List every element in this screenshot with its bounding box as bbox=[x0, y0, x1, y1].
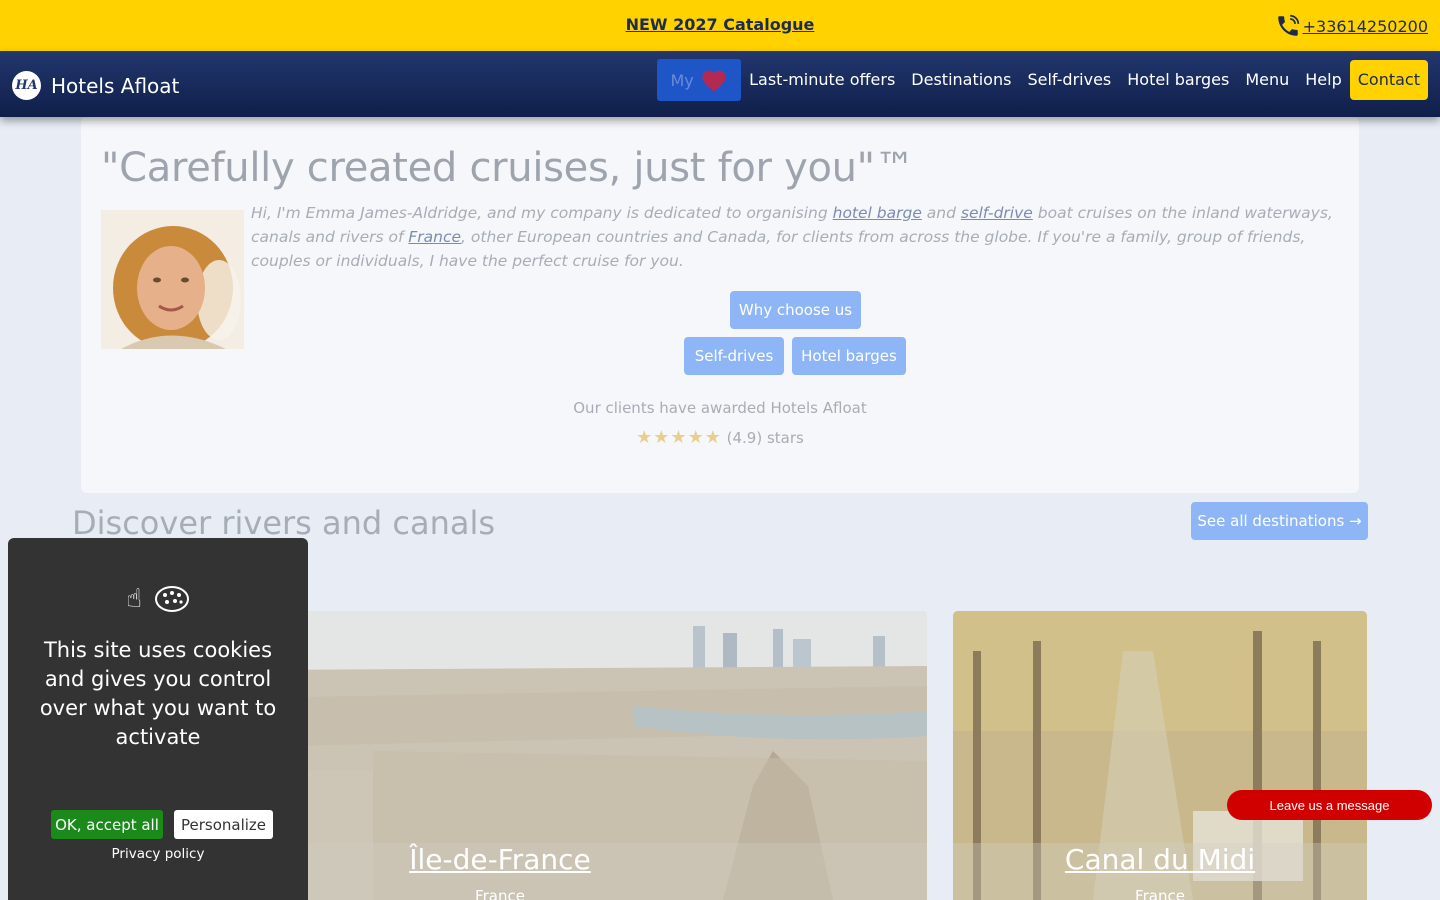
rating: ★★★★★ (4.9) stars bbox=[81, 427, 1359, 448]
cookie-icon bbox=[154, 586, 189, 612]
cookie-icons: ☝ bbox=[8, 584, 308, 614]
portrait-image bbox=[101, 210, 244, 349]
hotels-afloat-logo-icon: HA bbox=[12, 71, 41, 100]
self-drives-button[interactable]: Self-drives bbox=[684, 337, 784, 375]
top-bar: NEW 2027 Catalogue +33614250200 bbox=[0, 0, 1440, 51]
my-label: My bbox=[670, 70, 694, 90]
see-all-destinations-button[interactable]: See all destinations → bbox=[1191, 502, 1368, 540]
why-choose-us-button[interactable]: Why choose us bbox=[730, 291, 861, 329]
hotel-barge-link[interactable]: hotel barge bbox=[833, 204, 922, 222]
nav-last-minute-offers[interactable]: Last-minute offers bbox=[741, 59, 903, 101]
catalogue-link[interactable]: NEW 2027 Catalogue bbox=[0, 15, 1440, 34]
pointing-hand-icon: ☝ bbox=[126, 584, 142, 614]
my-favourites-button[interactable]: My bbox=[657, 59, 742, 101]
portrait-photo bbox=[101, 210, 244, 349]
phone-number[interactable]: +33614250200 bbox=[1303, 17, 1428, 36]
nav-hotel-barges[interactable]: Hotel barges bbox=[1119, 59, 1237, 101]
phone-icon bbox=[1277, 14, 1299, 36]
cookie-message: This site uses cookies and gives you con… bbox=[39, 638, 277, 749]
discover-heading: Discover rivers and canals bbox=[72, 504, 496, 542]
awarded-text: Our clients have awarded Hotels Afloat bbox=[573, 399, 867, 417]
hotel-barges-button[interactable]: Hotel barges bbox=[792, 337, 906, 375]
personalize-button[interactable]: Personalize bbox=[174, 810, 273, 839]
heart-icon bbox=[702, 70, 726, 92]
nav-menu[interactable]: Menu bbox=[1237, 59, 1297, 101]
phone-link[interactable]: +33614250200 bbox=[1275, 13, 1428, 39]
nav-self-drives[interactable]: Self-drives bbox=[1019, 59, 1119, 101]
cookie-consent-panel: ☝ This site uses cookies and gives you c… bbox=[8, 538, 308, 900]
nav-links: My Last-minute offers Destinations Self-… bbox=[657, 59, 1428, 101]
intro-card: "Carefully created cruises, just for you… bbox=[81, 117, 1359, 493]
page-title: "Carefully created cruises, just for you… bbox=[101, 145, 915, 191]
brand[interactable]: HA Hotels Afloat bbox=[12, 71, 179, 100]
destination-card-canal-du-midi[interactable]: Canal du Midi France bbox=[953, 611, 1367, 900]
france-link[interactable]: France bbox=[408, 228, 461, 246]
rating-stars-icon: ★★★★★ bbox=[636, 427, 722, 448]
accept-all-button[interactable]: OK, accept all bbox=[51, 810, 163, 839]
rating-text: (4.9) stars bbox=[726, 429, 804, 447]
intro-part-2: and bbox=[921, 204, 961, 222]
intro-text: Hi, I'm Emma James-Aldridge, and my comp… bbox=[251, 201, 1346, 273]
leave-message-button[interactable]: Leave us a message bbox=[1227, 790, 1432, 820]
card-title[interactable]: Canal du Midi bbox=[953, 843, 1367, 876]
main-navigation: HA Hotels Afloat My Last-minute offers D… bbox=[0, 51, 1440, 117]
intro-part-1: Hi, I'm Emma James-Aldridge, and my comp… bbox=[251, 204, 833, 222]
privacy-policy-link[interactable]: Privacy policy bbox=[8, 846, 308, 862]
self-drive-link[interactable]: self-drive bbox=[961, 204, 1033, 222]
card-country: France bbox=[1135, 887, 1185, 900]
contact-button[interactable]: Contact bbox=[1349, 60, 1428, 100]
brand-name[interactable]: Hotels Afloat bbox=[51, 74, 179, 98]
nav-help[interactable]: Help bbox=[1297, 59, 1349, 101]
nav-destinations[interactable]: Destinations bbox=[903, 59, 1019, 101]
